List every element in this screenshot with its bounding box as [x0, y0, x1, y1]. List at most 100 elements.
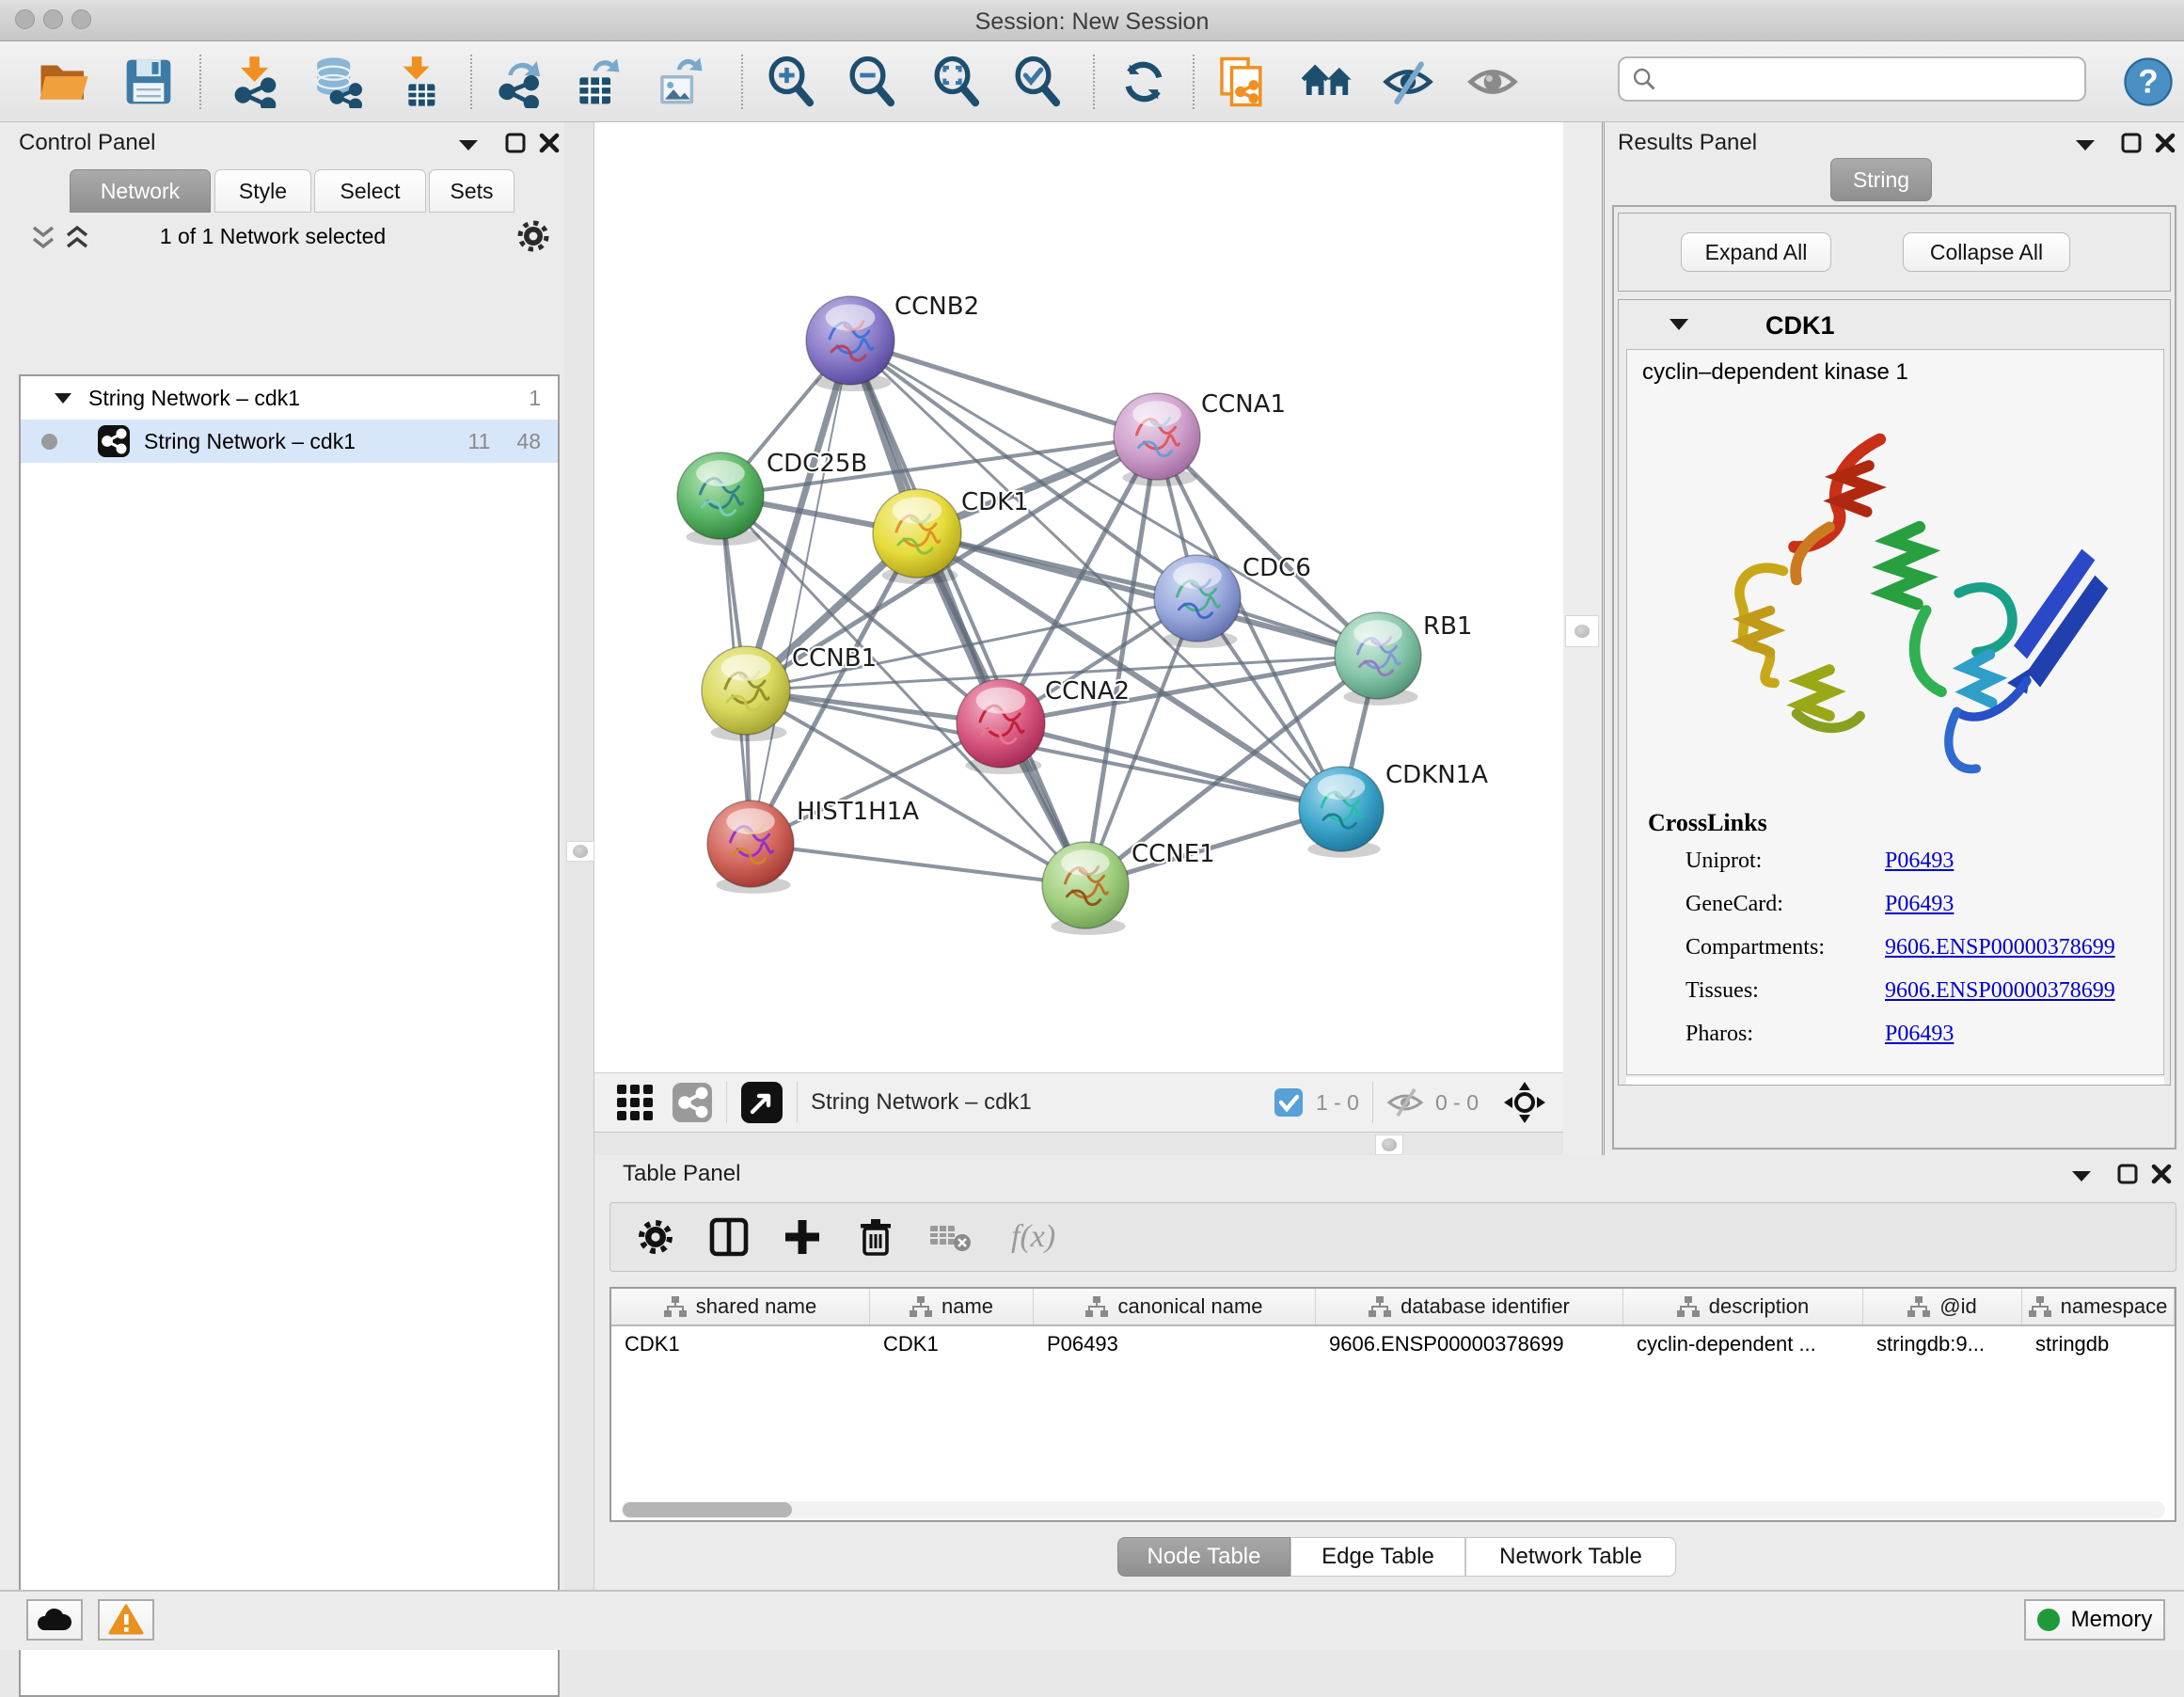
maximize-panel-icon[interactable] [2120, 132, 2143, 154]
close-panel-icon[interactable] [538, 132, 561, 154]
gear-icon[interactable] [515, 218, 551, 254]
export-network-button[interactable] [493, 56, 546, 108]
tab-network-table[interactable]: Network Table [1465, 1537, 1676, 1577]
crosslink-value[interactable]: 9606.ENSP00000378699 [1885, 978, 2115, 1004]
network-selection-summary: 1 of 1 Network selected [103, 224, 442, 249]
search-box[interactable] [1618, 56, 2086, 102]
float-panel-icon[interactable] [456, 137, 481, 152]
cell: stringdb [2022, 1326, 2175, 1364]
import-table-button[interactable] [393, 56, 446, 108]
right-splitter-handle[interactable] [1565, 615, 1599, 647]
import-network-file-button[interactable] [228, 56, 280, 108]
help-button[interactable]: ? [2122, 56, 2175, 108]
tab-string[interactable]: String [1830, 158, 1932, 201]
entry-scroll-track[interactable] [1626, 1077, 2164, 1085]
grid-view-icon[interactable] [615, 1083, 655, 1122]
show-all-button[interactable] [1466, 56, 1519, 108]
crosslink-value[interactable]: P06493 [1885, 892, 1954, 917]
column-header--id[interactable]: @id [1863, 1289, 2022, 1324]
export-image-icon [653, 56, 705, 108]
selected-checkbox-icon[interactable] [1273, 1086, 1305, 1118]
open-session-button[interactable] [38, 56, 90, 108]
column-header-name[interactable]: name [870, 1289, 1034, 1324]
tab-edge-table[interactable]: Edge Table [1290, 1537, 1465, 1577]
zoom-in-button[interactable] [764, 56, 816, 108]
table-row[interactable]: CDK1CDK1P064939606.ENSP00000378699cyclin… [611, 1326, 2175, 1364]
memory-status-dot [2037, 1609, 2060, 1631]
close-panel-icon[interactable] [2154, 132, 2176, 154]
left-splitter-handle[interactable] [566, 841, 594, 862]
results-panel: Results Panel String Expand All Collapse… [1605, 122, 2184, 1157]
node-label-CCNB2: CCNB2 [894, 293, 979, 321]
node-label-CCNE1: CCNE1 [1132, 840, 1215, 868]
node-label-CCNA2: CCNA2 [1045, 677, 1130, 706]
zoom-fit-button[interactable] [929, 56, 982, 108]
float-panel-icon[interactable] [2073, 137, 2097, 152]
horizontal-splitter[interactable] [594, 1134, 1563, 1155]
warnings-button[interactable] [98, 1599, 154, 1641]
crosslink-value[interactable]: P06493 [1885, 848, 1954, 874]
column-header-description[interactable]: description [1623, 1289, 1863, 1324]
clone-network-button[interactable] [1215, 56, 1268, 108]
tab-style[interactable]: Style [214, 169, 311, 213]
node-gloss [1353, 620, 1402, 646]
column-header-canonical-name[interactable]: canonical name [1034, 1289, 1316, 1324]
add-column-icon[interactable] [782, 1216, 823, 1258]
tab-network[interactable]: Network [70, 169, 211, 213]
edge-HIST1H1A-CCNE1[interactable] [751, 844, 1085, 885]
crosslink-value[interactable]: 9606.ENSP00000378699 [1885, 935, 2115, 960]
maximize-panel-icon[interactable] [2116, 1163, 2139, 1185]
column-header-shared-name[interactable]: shared name [611, 1289, 870, 1324]
collapse-all-button[interactable]: Collapse All [1903, 232, 2070, 272]
memory-button[interactable]: Memory [2024, 1599, 2165, 1641]
table-panel: Table Panel f(x) shared namenamecanonica… [594, 1155, 2184, 1590]
column-header-namespace[interactable]: namespace [2022, 1289, 2175, 1324]
function-builder-button[interactable]: f(x) [1011, 1219, 1055, 1255]
tab-node-table[interactable]: Node Table [1117, 1537, 1290, 1577]
export-table-button[interactable] [571, 56, 624, 108]
delete-column-icon[interactable] [855, 1216, 896, 1258]
birds-eye-view-icon[interactable] [1503, 1081, 1546, 1124]
search-input[interactable] [1657, 67, 2062, 91]
import-network-database-button[interactable] [309, 56, 362, 108]
detach-view-icon[interactable] [740, 1081, 783, 1124]
maximize-panel-icon[interactable] [504, 132, 527, 154]
network-collection-row[interactable]: String Network – cdk1 1 [21, 376, 558, 420]
edge-CCNB2-CCNA1[interactable] [850, 341, 1157, 436]
table-settings-gear-icon[interactable] [635, 1216, 676, 1258]
edge-CDK1-RB1[interactable] [917, 533, 1378, 656]
table-hscrollbar-thumb[interactable] [623, 1502, 792, 1517]
hide-selected-button[interactable] [1382, 56, 1434, 108]
zoom-out-button[interactable] [845, 56, 897, 108]
first-neighbors-button[interactable] [1301, 56, 1353, 108]
float-panel-icon[interactable] [2069, 1168, 2094, 1183]
show-columns-icon[interactable] [708, 1216, 750, 1258]
refresh-button[interactable] [1117, 56, 1170, 108]
delete-table-icon[interactable] [928, 1218, 973, 1256]
eye-icon [1466, 56, 1519, 108]
network-row[interactable]: String Network – cdk1 11 48 [21, 420, 558, 463]
window-title: Session: New Session [0, 8, 2184, 36]
save-session-button[interactable] [122, 56, 175, 108]
cloud-status-button[interactable] [26, 1599, 83, 1641]
expand-all-button[interactable]: Expand All [1681, 232, 1831, 272]
close-panel-icon[interactable] [2150, 1163, 2173, 1185]
main-toolbar: ? [0, 41, 2184, 122]
edge-CCNB2-HIST1H1A[interactable] [751, 341, 850, 844]
zoom-selected-button[interactable] [1010, 56, 1063, 108]
crosslink-label: Tissues: [1685, 978, 1759, 1004]
tab-sets[interactable]: Sets [429, 169, 514, 213]
node-entry-header[interactable]: CDK1 [1619, 300, 2170, 349]
network-canvas[interactable]: CCNB2CCNA1CDC25BCDK1CDC6RB1CCNB1CCNA2CDK… [594, 122, 1563, 1072]
toolbar-separator [1193, 55, 1195, 109]
network-list-view-icon[interactable] [672, 1082, 713, 1123]
collapse-all-tree-icon[interactable] [30, 224, 56, 254]
table-hscrollbar[interactable] [621, 1501, 2165, 1518]
export-image-button[interactable] [653, 56, 705, 108]
crosslink-value[interactable]: P06493 [1885, 1022, 1954, 1047]
tab-select[interactable]: Select [314, 169, 426, 213]
horizontal-splitter-handle[interactable] [1375, 1134, 1403, 1155]
gene-description: cyclin–dependent kinase 1 [1642, 359, 1908, 386]
expand-all-tree-icon[interactable] [64, 224, 90, 254]
column-header-database-identifier[interactable]: database identifier [1316, 1289, 1623, 1324]
